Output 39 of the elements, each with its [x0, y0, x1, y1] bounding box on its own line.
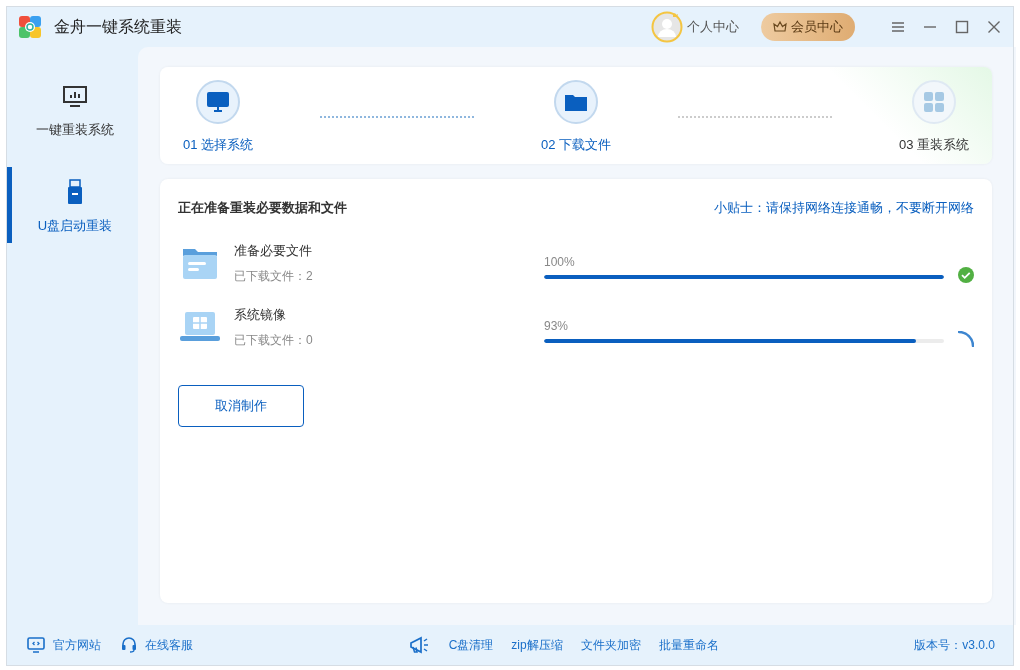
item-detail: 已下载文件：2: [234, 267, 314, 285]
window-title: 金舟一键系统重装: [54, 16, 182, 37]
version-text: 版本号：v3.0.0: [914, 636, 995, 654]
close-icon[interactable]: [987, 20, 1001, 34]
item-detail: 已下载文件：0: [234, 331, 314, 349]
monitor-icon: [62, 85, 88, 109]
tool-link[interactable]: C盘清理: [448, 636, 494, 654]
avatar-icon[interactable]: [651, 11, 683, 43]
progress-percent: 93%: [544, 319, 570, 333]
item-name: 准备必要文件: [234, 241, 313, 260]
crown-icon: [773, 20, 787, 34]
monitor-icon: [27, 637, 45, 653]
tool-link[interactable]: 文件夹加密: [580, 636, 641, 654]
step-label: 02 下载文件: [540, 136, 612, 154]
laptop-icon: [180, 312, 220, 342]
tool-link[interactable]: zip解压缩: [511, 636, 563, 654]
folder-icon: [183, 247, 217, 279]
sidebar-item[interactable]: 一键重装系统: [7, 73, 138, 147]
step-label: 03 重装系统: [898, 136, 970, 154]
app-logo-icon: [19, 16, 41, 38]
user-center-link[interactable]: 个人中心: [687, 18, 739, 36]
task-title: 正在准备重装必要数据和文件: [178, 199, 347, 217]
maximize-icon[interactable]: [955, 20, 969, 34]
progress-percent: 100%: [544, 255, 576, 269]
megaphone-icon: [408, 635, 431, 655]
cancel-button[interactable]: 取消制作: [178, 385, 304, 427]
grid-icon: [924, 92, 944, 112]
vip-center-button[interactable]: 会员中心: [761, 13, 855, 41]
item-name: 系统镜像: [234, 305, 287, 324]
menu-icon[interactable]: [891, 20, 905, 34]
monitor-icon: [207, 92, 229, 112]
step-label: 01 选择系统: [182, 136, 254, 154]
footer-link[interactable]: 官方网站: [27, 636, 101, 654]
tip-text: 小贴士：请保持网络连接通畅，不要断开网络: [714, 199, 974, 217]
tool-link[interactable]: 批量重命名: [658, 636, 719, 654]
folder-icon: [565, 93, 587, 111]
usb-drive-icon: [66, 179, 84, 205]
footer-link[interactable]: 在线客服: [121, 636, 193, 654]
headset-icon: [121, 637, 137, 653]
